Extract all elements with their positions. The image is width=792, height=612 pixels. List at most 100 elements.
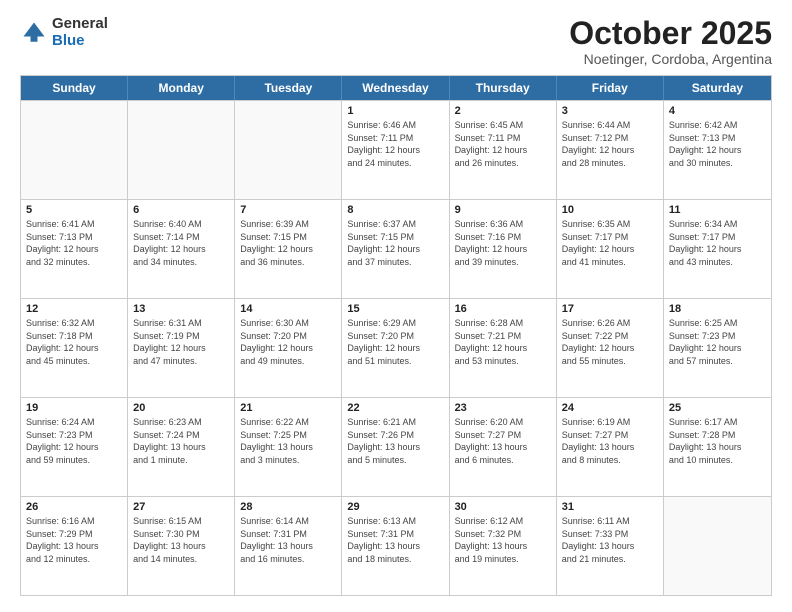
day-number: 25 xyxy=(669,402,766,414)
day-number: 24 xyxy=(562,402,658,414)
calendar-cell: 14 Sunrise: 6:30 AM Sunset: 7:20 PM Dayli… xyxy=(235,299,342,397)
day-number: 17 xyxy=(562,303,658,315)
day-number: 18 xyxy=(669,303,766,315)
day-number: 3 xyxy=(562,105,658,117)
calendar-cell xyxy=(128,101,235,199)
day-number: 5 xyxy=(26,204,122,216)
day-info: Sunrise: 6:36 AM Sunset: 7:16 PM Dayligh… xyxy=(455,218,551,268)
calendar-cell: 6Sunrise: 6:40 AM Sunset: 7:14 PM Daylig… xyxy=(128,200,235,298)
calendar-body: 1 Sunrise: 6:46 AM Sunset: 7:11 PM Daylig… xyxy=(21,100,771,595)
page: General Blue October 2025 Noetinger, Cor… xyxy=(0,0,792,612)
day-number: 11 xyxy=(669,204,766,216)
calendar-cell: 27Sunrise: 6:15 AM Sunset: 7:30 PM Dayli… xyxy=(128,497,235,595)
weekday-header: Monday xyxy=(128,76,235,100)
logo-general: General xyxy=(52,16,108,33)
weekday-header: Friday xyxy=(557,76,664,100)
day-info: Sunrise: 6:34 AM Sunset: 7:17 PM Dayligh… xyxy=(669,218,766,268)
calendar-cell: 17 Sunrise: 6:26 AM Sunset: 7:22 PM Dayli… xyxy=(557,299,664,397)
day-info: Sunrise: 6:11 AM Sunset: 7:33 PM Dayligh… xyxy=(562,515,658,565)
calendar-cell: 22Sunrise: 6:21 AM Sunset: 7:26 PM Dayli… xyxy=(342,398,449,496)
day-number: 10 xyxy=(562,204,658,216)
calendar-cell: 16Sunrise: 6:28 AM Sunset: 7:21 PM Dayli… xyxy=(450,299,557,397)
calendar: SundayMondayTuesdayWednesdayThursdayFrid… xyxy=(20,75,772,596)
calendar-cell: 5Sunrise: 6:41 AM Sunset: 7:13 PM Daylig… xyxy=(21,200,128,298)
day-number: 26 xyxy=(26,501,122,513)
calendar-cell: 23 Sunrise: 6:20 AM Sunset: 7:27 PM Dayli… xyxy=(450,398,557,496)
calendar-cell xyxy=(21,101,128,199)
logo-icon xyxy=(20,19,48,47)
day-info: Sunrise: 6:25 AM Sunset: 7:23 PM Dayligh… xyxy=(669,317,766,367)
day-number: 27 xyxy=(133,501,229,513)
calendar-cell: 11 Sunrise: 6:34 AM Sunset: 7:17 PM Dayli… xyxy=(664,200,771,298)
day-info: Sunrise: 6:12 AM Sunset: 7:32 PM Dayligh… xyxy=(455,515,551,565)
calendar-cell: 20Sunrise: 6:23 AM Sunset: 7:24 PM Dayli… xyxy=(128,398,235,496)
calendar-cell: 8 Sunrise: 6:37 AM Sunset: 7:15 PM Daylig… xyxy=(342,200,449,298)
day-number: 8 xyxy=(347,204,443,216)
calendar-cell: 30Sunrise: 6:12 AM Sunset: 7:32 PM Dayli… xyxy=(450,497,557,595)
calendar-row: 19 Sunrise: 6:24 AM Sunset: 7:23 PM Dayli… xyxy=(21,397,771,496)
calendar-cell: 21Sunrise: 6:22 AM Sunset: 7:25 PM Dayli… xyxy=(235,398,342,496)
day-info: Sunrise: 6:19 AM Sunset: 7:27 PM Dayligh… xyxy=(562,416,658,466)
day-number: 15 xyxy=(347,303,443,315)
calendar-row: 26Sunrise: 6:16 AM Sunset: 7:29 PM Dayli… xyxy=(21,496,771,595)
day-info: Sunrise: 6:26 AM Sunset: 7:22 PM Dayligh… xyxy=(562,317,658,367)
calendar-cell: 18 Sunrise: 6:25 AM Sunset: 7:23 PM Dayli… xyxy=(664,299,771,397)
calendar-cell: 29Sunrise: 6:13 AM Sunset: 7:31 PM Dayli… xyxy=(342,497,449,595)
day-number: 31 xyxy=(562,501,658,513)
calendar-cell: 9 Sunrise: 6:36 AM Sunset: 7:16 PM Daylig… xyxy=(450,200,557,298)
calendar-cell: 28 Sunrise: 6:14 AM Sunset: 7:31 PM Dayli… xyxy=(235,497,342,595)
day-number: 23 xyxy=(455,402,551,414)
day-info: Sunrise: 6:30 AM Sunset: 7:20 PM Dayligh… xyxy=(240,317,336,367)
day-number: 9 xyxy=(455,204,551,216)
calendar-row: 12 Sunrise: 6:32 AM Sunset: 7:18 PM Dayli… xyxy=(21,298,771,397)
day-number: 19 xyxy=(26,402,122,414)
logo-text: General Blue xyxy=(52,16,108,49)
calendar-cell: 2Sunrise: 6:45 AM Sunset: 7:11 PM Daylig… xyxy=(450,101,557,199)
day-info: Sunrise: 6:39 AM Sunset: 7:15 PM Dayligh… xyxy=(240,218,336,268)
day-info: Sunrise: 6:31 AM Sunset: 7:19 PM Dayligh… xyxy=(133,317,229,367)
calendar-cell: 7 Sunrise: 6:39 AM Sunset: 7:15 PM Daylig… xyxy=(235,200,342,298)
title-area: October 2025 Noetinger, Cordoba, Argenti… xyxy=(569,16,772,67)
day-info: Sunrise: 6:21 AM Sunset: 7:26 PM Dayligh… xyxy=(347,416,443,466)
day-info: Sunrise: 6:20 AM Sunset: 7:27 PM Dayligh… xyxy=(455,416,551,466)
calendar-cell: 25 Sunrise: 6:17 AM Sunset: 7:28 PM Dayli… xyxy=(664,398,771,496)
day-info: Sunrise: 6:32 AM Sunset: 7:18 PM Dayligh… xyxy=(26,317,122,367)
day-info: Sunrise: 6:14 AM Sunset: 7:31 PM Dayligh… xyxy=(240,515,336,565)
weekday-header: Saturday xyxy=(664,76,771,100)
day-number: 1 xyxy=(347,105,443,117)
day-number: 28 xyxy=(240,501,336,513)
weekday-header: Thursday xyxy=(450,76,557,100)
weekday-header: Wednesday xyxy=(342,76,449,100)
day-number: 4 xyxy=(669,105,766,117)
calendar-cell: 19 Sunrise: 6:24 AM Sunset: 7:23 PM Dayli… xyxy=(21,398,128,496)
calendar-cell: 31 Sunrise: 6:11 AM Sunset: 7:33 PM Dayli… xyxy=(557,497,664,595)
day-info: Sunrise: 6:24 AM Sunset: 7:23 PM Dayligh… xyxy=(26,416,122,466)
calendar-cell: 12 Sunrise: 6:32 AM Sunset: 7:18 PM Dayli… xyxy=(21,299,128,397)
calendar-cell: 15 Sunrise: 6:29 AM Sunset: 7:20 PM Dayli… xyxy=(342,299,449,397)
day-info: Sunrise: 6:40 AM Sunset: 7:14 PM Dayligh… xyxy=(133,218,229,268)
day-info: Sunrise: 6:46 AM Sunset: 7:11 PM Dayligh… xyxy=(347,119,443,169)
day-number: 16 xyxy=(455,303,551,315)
day-info: Sunrise: 6:22 AM Sunset: 7:25 PM Dayligh… xyxy=(240,416,336,466)
day-number: 2 xyxy=(455,105,551,117)
calendar-row: 1 Sunrise: 6:46 AM Sunset: 7:11 PM Daylig… xyxy=(21,100,771,199)
logo-blue: Blue xyxy=(52,33,108,50)
day-info: Sunrise: 6:29 AM Sunset: 7:20 PM Dayligh… xyxy=(347,317,443,367)
calendar-cell xyxy=(235,101,342,199)
day-info: Sunrise: 6:17 AM Sunset: 7:28 PM Dayligh… xyxy=(669,416,766,466)
header: General Blue October 2025 Noetinger, Cor… xyxy=(20,16,772,67)
day-number: 12 xyxy=(26,303,122,315)
day-info: Sunrise: 6:42 AM Sunset: 7:13 PM Dayligh… xyxy=(669,119,766,169)
calendar-row: 5Sunrise: 6:41 AM Sunset: 7:13 PM Daylig… xyxy=(21,199,771,298)
logo: General Blue xyxy=(20,16,108,49)
calendar-cell: 1 Sunrise: 6:46 AM Sunset: 7:11 PM Daylig… xyxy=(342,101,449,199)
calendar-cell xyxy=(664,497,771,595)
calendar-cell: 4 Sunrise: 6:42 AM Sunset: 7:13 PM Daylig… xyxy=(664,101,771,199)
calendar-cell: 3Sunrise: 6:44 AM Sunset: 7:12 PM Daylig… xyxy=(557,101,664,199)
day-number: 14 xyxy=(240,303,336,315)
weekday-header: Tuesday xyxy=(235,76,342,100)
day-number: 7 xyxy=(240,204,336,216)
day-info: Sunrise: 6:13 AM Sunset: 7:31 PM Dayligh… xyxy=(347,515,443,565)
day-info: Sunrise: 6:37 AM Sunset: 7:15 PM Dayligh… xyxy=(347,218,443,268)
calendar-cell: 13Sunrise: 6:31 AM Sunset: 7:19 PM Dayli… xyxy=(128,299,235,397)
